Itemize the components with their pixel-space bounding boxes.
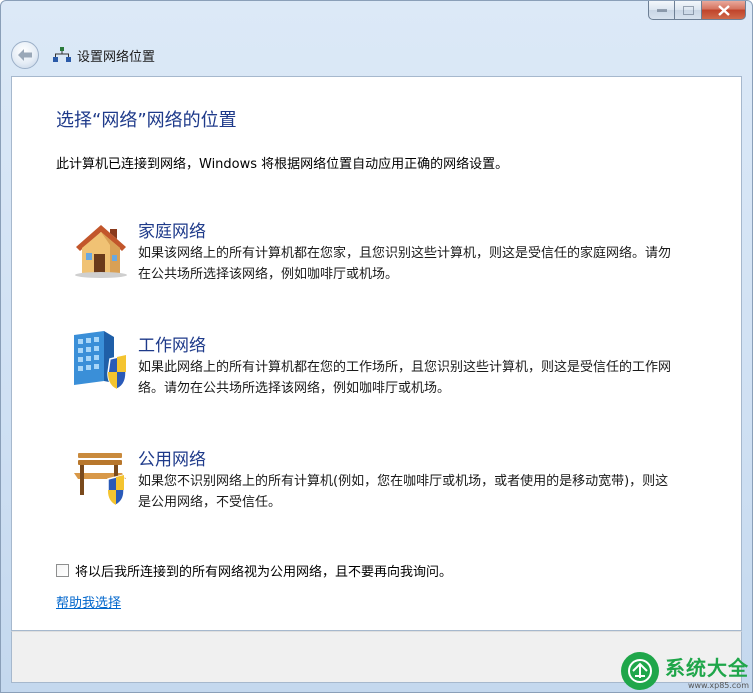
treat-all-public-checkbox[interactable]: [56, 564, 69, 577]
close-button[interactable]: [702, 1, 746, 20]
minimize-icon: [656, 9, 667, 12]
navigation-bar: 设置网络位置: [11, 39, 155, 71]
dialog-window: 设置网络位置 选择“网络”网络的位置 此计算机已连接到网络，Windows 将根…: [0, 0, 753, 693]
option-public-network[interactable]: 公用网络 如果您不识别网络上的所有计算机(例如，您在咖啡厅或机场，或者使用的是移…: [70, 445, 710, 525]
watermark-logo-icon: [621, 652, 659, 690]
option-home-description: 如果该网络上的所有计算机都在您家，且您识别这些计算机，则这是受信任的家庭网络。请…: [138, 246, 672, 282]
page-heading: 选择“网络”网络的位置: [56, 110, 237, 131]
option-work-title[interactable]: 工作网络: [138, 331, 206, 356]
office-building-shield-icon: [70, 331, 132, 393]
watermark-name: 系统大全: [665, 656, 749, 680]
option-work-network[interactable]: 工作网络 如果此网络上的所有计算机都在您的工作场所，且您识别这些计算机，则这是受…: [70, 331, 710, 411]
option-public-title[interactable]: 公用网络: [138, 445, 206, 470]
treat-all-public-checkbox-row[interactable]: 将以后我所连接到的所有网络视为公用网络，且不要再向我询问。: [56, 561, 452, 580]
back-arrow-icon: [18, 49, 32, 61]
option-work-description: 如果此网络上的所有计算机都在您的工作场所，且您识别这些计算机，则这是受信任的工作…: [138, 360, 672, 396]
content-pane: 选择“网络”网络的位置 此计算机已连接到网络，Windows 将根据网络位置自动…: [11, 76, 742, 631]
window-title: 设置网络位置: [77, 49, 156, 65]
intro-text: 此计算机已连接到网络，Windows 将根据网络位置自动应用正确的网络设置。: [56, 157, 509, 172]
option-home-title[interactable]: 家庭网络: [138, 217, 206, 242]
caption-buttons: [648, 1, 746, 20]
maximize-button[interactable]: [675, 1, 702, 20]
park-bench-shield-icon: [70, 445, 132, 507]
checkbox-label[interactable]: 将以后我所连接到的所有网络视为公用网络，且不要再向我询问。: [75, 561, 452, 580]
network-icon: [53, 47, 71, 63]
help-me-choose-link[interactable]: 帮助我选择: [56, 592, 121, 611]
close-icon: [717, 4, 730, 16]
watermark: 系统大全 www.xp85.com: [621, 652, 749, 690]
watermark-text: 系统大全 www.xp85.com: [665, 652, 749, 690]
back-button[interactable]: [11, 41, 39, 69]
option-public-description: 如果您不识别网络上的所有计算机(例如，您在咖啡厅或机场，或者使用的是移动宽带)，…: [138, 474, 669, 510]
minimize-button[interactable]: [648, 1, 675, 20]
house-icon: [70, 217, 132, 279]
watermark-url: www.xp85.com: [687, 681, 749, 690]
maximize-icon: [682, 5, 694, 15]
option-home-network[interactable]: 家庭网络 如果该网络上的所有计算机都在您家，且您识别这些计算机，则这是受信任的家…: [70, 217, 710, 297]
